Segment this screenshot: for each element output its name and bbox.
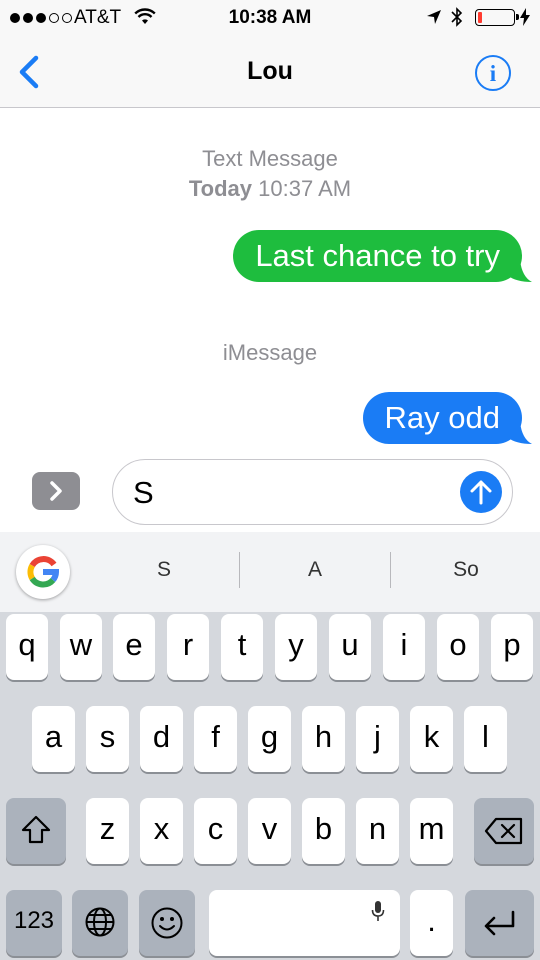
sms-day: Today [188, 176, 253, 201]
key-o[interactable]: o [437, 614, 479, 680]
message-input-text: S [133, 475, 154, 510]
bubble-tail [506, 422, 532, 444]
key-c[interactable]: c [194, 798, 237, 864]
send-button[interactable] [460, 471, 502, 513]
google-g-button[interactable] [16, 545, 70, 599]
suggestion-bar: S A So [0, 532, 540, 612]
key-j[interactable]: j [356, 706, 399, 772]
key-p[interactable]: p [491, 614, 533, 680]
key-k[interactable]: k [410, 706, 453, 772]
globe-icon [85, 907, 115, 937]
google-g-icon [27, 556, 59, 588]
battery-icon [475, 9, 519, 26]
svg-text:i: i [490, 61, 497, 86]
key-u[interactable]: u [329, 614, 371, 680]
key-x[interactable]: x [140, 798, 183, 864]
message-input[interactable]: S [112, 459, 513, 525]
key-a[interactable]: a [32, 706, 75, 772]
emoji-smiley-icon [151, 907, 183, 939]
suggestion-2[interactable]: A [255, 558, 375, 582]
key-r[interactable]: r [167, 614, 209, 680]
key-q[interactable]: q [6, 614, 48, 680]
shift-key[interactable] [6, 798, 66, 864]
suggestion-divider [390, 552, 391, 588]
globe-key[interactable] [72, 890, 128, 956]
key-y[interactable]: y [275, 614, 317, 680]
key-f[interactable]: f [194, 706, 237, 772]
key-s[interactable]: s [86, 706, 129, 772]
message-text: Last chance to try [255, 238, 500, 273]
key-l[interactable]: l [464, 706, 507, 772]
key-z[interactable]: z [86, 798, 129, 864]
imessage-header: iMessage [222, 340, 318, 365]
apps-expand-button[interactable] [32, 472, 80, 510]
suggestion-1[interactable]: S [104, 558, 224, 582]
space-bar[interactable] [209, 890, 400, 956]
keyboard: S A So q w e r t y u i o p a s d f g h j… [0, 532, 540, 960]
key-t[interactable]: t [221, 614, 263, 680]
contact-name[interactable]: Lou [0, 57, 540, 86]
bubble-tail [506, 260, 532, 282]
sms-timestamp: Today 10:37 AM [0, 176, 540, 202]
info-circle-icon[interactable]: i [474, 54, 512, 92]
numbers-key[interactable]: 123 [6, 890, 62, 956]
shift-arrow-icon [21, 815, 51, 844]
charging-bolt-icon [520, 8, 530, 26]
sms-header: Text Message [202, 146, 338, 171]
return-arrow-icon [484, 910, 515, 936]
emoji-key[interactable] [139, 890, 195, 956]
period-key[interactable]: . [410, 890, 453, 956]
backspace-icon [484, 817, 523, 845]
bluetooth-icon [451, 7, 463, 27]
key-d[interactable]: d [140, 706, 183, 772]
key-m[interactable]: m [410, 798, 453, 864]
key-w[interactable]: w [60, 614, 102, 680]
key-n[interactable]: n [356, 798, 399, 864]
navigation-bar: Lou i [0, 36, 540, 108]
return-key[interactable] [465, 890, 534, 956]
sent-sms-message[interactable]: Last chance to try [233, 230, 532, 282]
key-g[interactable]: g [248, 706, 291, 772]
key-b[interactable]: b [302, 798, 345, 864]
key-v[interactable]: v [248, 798, 291, 864]
sent-imessage-message[interactable]: Ray odd [362, 392, 532, 444]
key-e[interactable]: e [113, 614, 155, 680]
delete-key[interactable] [474, 798, 534, 864]
sms-time: 10:37 AM [258, 176, 352, 201]
status-bar: AT&T 10:38 AM [0, 0, 540, 36]
key-h[interactable]: h [302, 706, 345, 772]
key-i[interactable]: i [383, 614, 425, 680]
message-text: Ray odd [384, 400, 500, 435]
suggestion-divider [239, 552, 240, 588]
arrow-up-icon [470, 480, 492, 505]
microphone-icon[interactable] [371, 900, 385, 922]
location-arrow-icon [427, 10, 441, 24]
chevron-right-icon [50, 481, 62, 501]
suggestion-3[interactable]: So [406, 558, 526, 582]
